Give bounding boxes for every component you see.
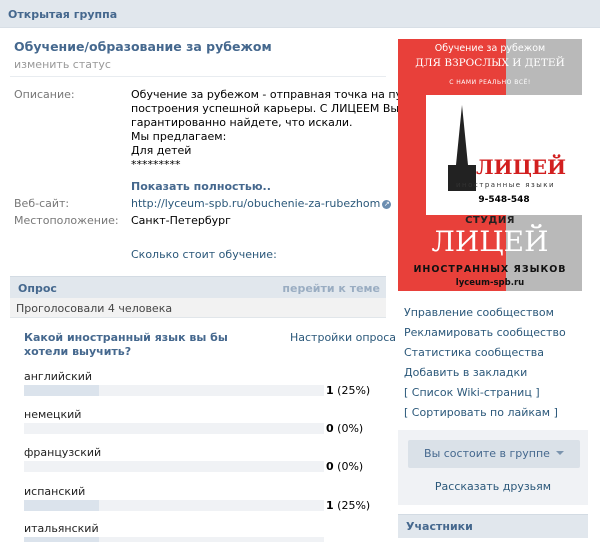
poll-option-result: 1 (25%) [326, 384, 370, 397]
poll-option-percent: (25%) [337, 384, 371, 397]
poll-option-percent: (0%) [337, 460, 364, 473]
divider [10, 76, 386, 77]
add-bookmark-link[interactable]: Добавить в закладки [404, 366, 527, 379]
description-line: построения успешной карьеры. С ЛИЦЕЕМ Вы [131, 102, 400, 115]
poll-option-percent: (25%) [337, 499, 371, 512]
poll-option-bar [24, 385, 324, 396]
website-link[interactable]: http://lyceum-spb.ru/obuchenie-za-rubezh… [131, 197, 380, 210]
banner-logo-sub: иностранные языки [456, 181, 556, 189]
poll-option-count: 0 [326, 422, 334, 435]
banner-languages: ИНОСТРАННЫХ ЯЗЫКОВ [413, 264, 567, 275]
wiki-pages-link[interactable]: [ Список Wiki-страниц ] [404, 386, 540, 399]
sort-by-likes-link[interactable]: [ Сортировать по лайкам ] [404, 406, 558, 419]
membership-button[interactable]: Вы состоите в группе [408, 440, 580, 468]
banner-logo-panel: ЛИЦЕЙ иностранные языки 9-548-548 [426, 95, 582, 215]
show-more-link[interactable]: Показать полностью.. [131, 180, 271, 193]
external-link-icon[interactable]: ↗ [382, 200, 392, 209]
banner-small-text: С НАМИ РЕАЛЬНО ВСЁ! [449, 79, 531, 86]
poll-question: Какой иностранный язык вы бы хотели выуч… [24, 331, 228, 358]
location-value: Санкт-Петербург [131, 214, 231, 227]
description-line: Обучение за рубежом - отправная точка на… [131, 88, 416, 101]
poll-option-result: 0 (0%) [326, 460, 363, 473]
banner-phone: 9-548-548 [478, 195, 530, 205]
group-title: Обучение/образование за рубежом [14, 39, 272, 54]
poll-option[interactable]: испанский 1 (25%) [24, 485, 380, 519]
poll-option[interactable]: итальянский [24, 522, 380, 542]
poll-option[interactable]: французский 0 (0%) [24, 446, 380, 480]
poll-option-bar [24, 537, 324, 542]
group-avatar-banner[interactable]: Обучение за рубежом ДЛЯ ВЗРОСЛЫХ И ДЕТЕЙ… [398, 39, 582, 291]
poll-voted-count: Проголосовали 4 человека [16, 302, 173, 315]
tell-friends-link[interactable]: Рассказать друзьям [398, 480, 588, 493]
poll-option-label: английский [24, 370, 93, 383]
website-label: Веб-сайт: [14, 197, 70, 210]
poll-option-bar [24, 500, 324, 511]
change-status-link[interactable]: изменить статус [14, 58, 111, 71]
poll-option-count: 1 [326, 499, 334, 512]
cost-link[interactable]: Сколько стоит обучение: [131, 248, 277, 261]
location-label: Местоположение: [14, 214, 119, 227]
banner-site: lyceum-spb.ru [455, 278, 525, 288]
advertise-community-link[interactable]: Рекламировать сообщество [404, 326, 566, 339]
members-header[interactable]: Участники [398, 514, 588, 538]
website-row: http://lyceum-spb.ru/obuchenie-za-rubezh… [131, 197, 392, 211]
chevron-down-icon [555, 451, 564, 455]
description-text: Обучение за рубежом - отправная точка на… [131, 88, 416, 172]
spire-icon [456, 105, 468, 165]
community-stats-link[interactable]: Статистика сообщества [404, 346, 544, 359]
poll-settings-link[interactable]: Настройки опроса [290, 331, 396, 344]
banner-line2: ДЛЯ ВЗРОСЛЫХ И ДЕТЕЙ [415, 57, 565, 69]
poll-goto-topic-link[interactable]: перейти к теме [282, 282, 380, 295]
poll-option-count: 1 [326, 384, 334, 397]
group-type-title: Открытая группа [8, 8, 118, 21]
poll-option-label: итальянский [24, 522, 99, 535]
description-label: Описание: [14, 88, 75, 101]
poll-title: Опрос [18, 282, 57, 295]
banner-big-title: ЛИЦЕЙ [431, 225, 549, 258]
poll-option-label: французский [24, 446, 102, 459]
description-line: Для детей [131, 144, 192, 157]
poll-option-bar-fill [24, 537, 99, 542]
poll-option-count: 0 [326, 460, 334, 473]
poll-option[interactable]: английский 1 (25%) [24, 370, 380, 404]
poll-option-percent: (0%) [337, 422, 364, 435]
description-line: ********* [131, 158, 181, 171]
poll-option[interactable]: немецкий 0 (0%) [24, 408, 380, 442]
poll-option-bar-fill [24, 385, 99, 396]
poll-voted-bar: Проголосовали 4 человека [10, 298, 386, 318]
poll-option-label: немецкий [24, 408, 82, 421]
membership-box: Вы состоите в группе Рассказать друзьям [398, 430, 588, 505]
poll-option-bar [24, 423, 324, 434]
poll-header: Опрос перейти к теме [10, 276, 386, 298]
poll-option-result: 1 (25%) [326, 499, 370, 512]
poll-option-bar-fill [24, 500, 99, 511]
description-line: гарантированно найдете, что искали. [131, 116, 353, 129]
members-header-title: Участники [406, 520, 473, 533]
poll-option-bar [24, 461, 324, 472]
manage-community-link[interactable]: Управление сообществом [404, 306, 554, 319]
group-type-bar: Открытая группа [0, 0, 600, 28]
membership-button-label: Вы состоите в группе [424, 447, 550, 460]
poll-option-label: испанский [24, 485, 86, 498]
banner-logo: ЛИЦЕЙ [476, 155, 567, 179]
description-line: Мы предлагаем: [131, 130, 227, 143]
banner-line1: Обучение за рубежом [434, 43, 546, 54]
poll-option-result: 0 (0%) [326, 422, 363, 435]
